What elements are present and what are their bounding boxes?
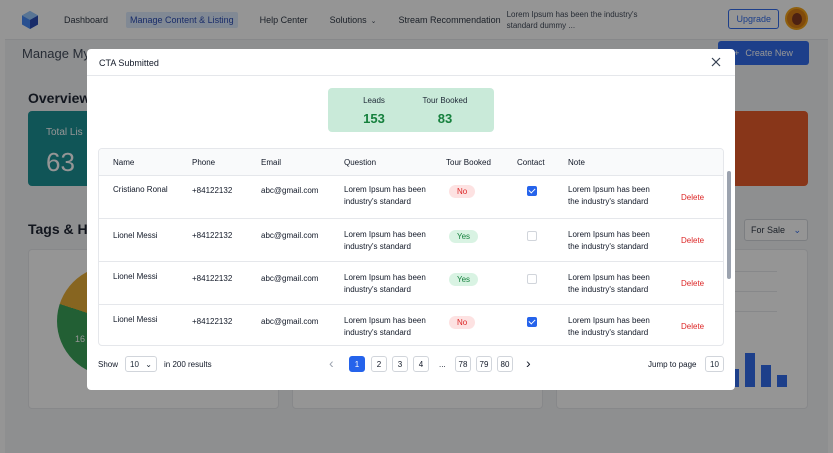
contact-checkbox[interactable]	[527, 231, 537, 241]
note-line-1: Lorem Ipsum has been	[568, 185, 650, 194]
page-button[interactable]: 79	[476, 356, 492, 372]
cell-note: Lorem Ipsum has been the industry's stand…	[568, 315, 650, 339]
page-button[interactable]: 2	[371, 356, 387, 372]
col-name: Name	[113, 158, 135, 167]
cell-email: abc@gmail.com	[261, 186, 319, 195]
col-contact: Contact	[517, 158, 545, 167]
contact-checkbox[interactable]	[527, 274, 537, 284]
results-text: in 200 results	[164, 360, 212, 369]
cell-phone: +84122132	[192, 317, 233, 326]
stats-summary: Leads 153 Tour Booked 83	[328, 88, 494, 132]
cell-name: Lionel Messi	[113, 315, 158, 324]
cell-note: Lorem Ipsum has been the industry's stand…	[568, 184, 650, 208]
stat-label: Leads	[363, 96, 385, 105]
jump-to-page-input[interactable]: 10	[705, 356, 724, 372]
jump-label: Jump to page	[648, 360, 697, 369]
col-question: Question	[344, 158, 377, 167]
stat-tour-booked: Tour Booked 83	[414, 96, 476, 126]
question-line-1: Lorem Ipsum has been	[344, 316, 426, 325]
cell-email: abc@gmail.com	[261, 274, 319, 283]
question-line-2: industry's standard	[344, 242, 411, 251]
prev-page-icon[interactable]: ‹	[329, 355, 334, 371]
stat-value: 153	[363, 111, 385, 126]
cta-submitted-modal: CTA Submitted Leads 153 Tour Booked 83 N…	[87, 49, 735, 390]
modal-title: CTA Submitted	[99, 58, 159, 68]
question-line-2: industry's standard	[344, 328, 411, 337]
leads-table: Name Phone Email Question Tour Booked Co…	[98, 148, 724, 346]
cell-email: abc@gmail.com	[261, 231, 319, 240]
cell-phone: +84122132	[192, 274, 233, 283]
col-phone: Phone	[192, 158, 216, 167]
cell-name: Cristiano Ronal	[113, 185, 168, 194]
cell-email: abc@gmail.com	[261, 317, 319, 326]
col-email: Email	[261, 158, 282, 167]
table-header: Name Phone Email Question Tour Booked Co…	[99, 149, 723, 176]
question-line-2: industry's standard	[344, 197, 411, 206]
note-line-2: the industry's standard	[568, 328, 649, 337]
cell-question: Lorem Ipsum has been industry's standard	[344, 184, 426, 208]
note-line-1: Lorem Ipsum has been	[568, 316, 650, 325]
page-button[interactable]: 80	[497, 356, 513, 372]
modal-header: CTA Submitted	[87, 49, 735, 76]
tour-badge: Yes	[449, 230, 479, 243]
page-size-select[interactable]: 10 ⌄	[125, 356, 157, 372]
question-line-2: industry's standard	[344, 285, 411, 294]
note-line-1: Lorem Ipsum has been	[568, 230, 650, 239]
stat-value: 83	[437, 111, 453, 126]
jump-value: 10	[710, 359, 719, 369]
delete-button[interactable]: Delete	[681, 236, 704, 245]
note-line-2: the industry's standard	[568, 285, 649, 294]
tour-badge: Yes	[449, 273, 479, 286]
page-button[interactable]: 78	[455, 356, 471, 372]
table-row: Cristiano Ronal +84122132 abc@gmail.com …	[99, 176, 723, 219]
chevron-down-icon: ⌄	[145, 359, 152, 369]
cell-phone: +84122132	[192, 186, 233, 195]
cell-name: Lionel Messi	[113, 231, 158, 240]
page-ellipsis: ...	[439, 360, 446, 369]
col-note: Note	[568, 158, 585, 167]
table-row: Lionel Messi +84122132 abc@gmail.com Lor…	[99, 219, 723, 262]
table-row: Lionel Messi +84122132 abc@gmail.com Lor…	[99, 305, 723, 345]
cell-phone: +84122132	[192, 231, 233, 240]
col-tour-booked: Tour Booked	[446, 158, 491, 167]
cell-name: Lionel Messi	[113, 272, 158, 281]
page-button[interactable]: 4	[413, 356, 429, 372]
show-label: Show	[98, 360, 119, 369]
table-row: Lionel Messi +84122132 abc@gmail.com Lor…	[99, 262, 723, 305]
pagination-footer: Show 10 ⌄ in 200 results ‹ 1 2 3 4 ... 7…	[87, 349, 735, 379]
delete-button[interactable]: Delete	[681, 322, 704, 331]
contact-checkbox[interactable]	[527, 317, 537, 327]
cell-question: Lorem Ipsum has been industry's standard	[344, 229, 426, 253]
question-line-1: Lorem Ipsum has been	[344, 230, 426, 239]
question-line-1: Lorem Ipsum has been	[344, 273, 426, 282]
cell-note: Lorem Ipsum has been the industry's stand…	[568, 229, 650, 253]
table-scrollbar[interactable]	[727, 171, 731, 279]
page-button[interactable]: 3	[392, 356, 408, 372]
delete-button[interactable]: Delete	[681, 193, 704, 202]
note-line-1: Lorem Ipsum has been	[568, 273, 650, 282]
note-line-2: the industry's standard	[568, 197, 649, 206]
tour-badge: No	[449, 185, 476, 198]
tour-badge: No	[449, 316, 476, 329]
cell-question: Lorem Ipsum has been industry's standard	[344, 315, 426, 339]
page-size-value: 10	[130, 359, 139, 369]
cell-note: Lorem Ipsum has been the industry's stand…	[568, 272, 650, 296]
close-icon[interactable]	[709, 55, 723, 69]
next-page-icon[interactable]: ›	[526, 355, 531, 371]
note-line-2: the industry's standard	[568, 242, 649, 251]
cell-question: Lorem Ipsum has been industry's standard	[344, 272, 426, 296]
stat-label: Tour Booked	[422, 96, 468, 105]
stat-leads: Leads 153	[354, 96, 394, 126]
page-button[interactable]: 1	[349, 356, 365, 372]
contact-checkbox[interactable]	[527, 186, 537, 196]
delete-button[interactable]: Delete	[681, 279, 704, 288]
question-line-1: Lorem Ipsum has been	[344, 185, 426, 194]
